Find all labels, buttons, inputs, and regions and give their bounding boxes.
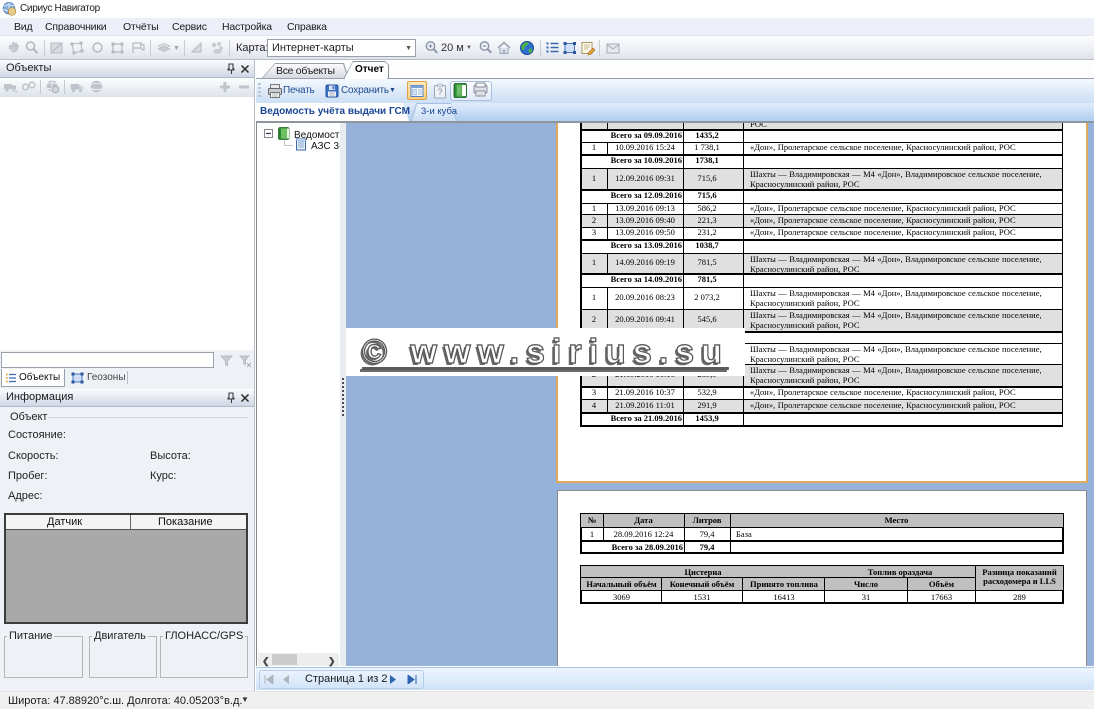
- svg-text:?: ?: [437, 87, 442, 97]
